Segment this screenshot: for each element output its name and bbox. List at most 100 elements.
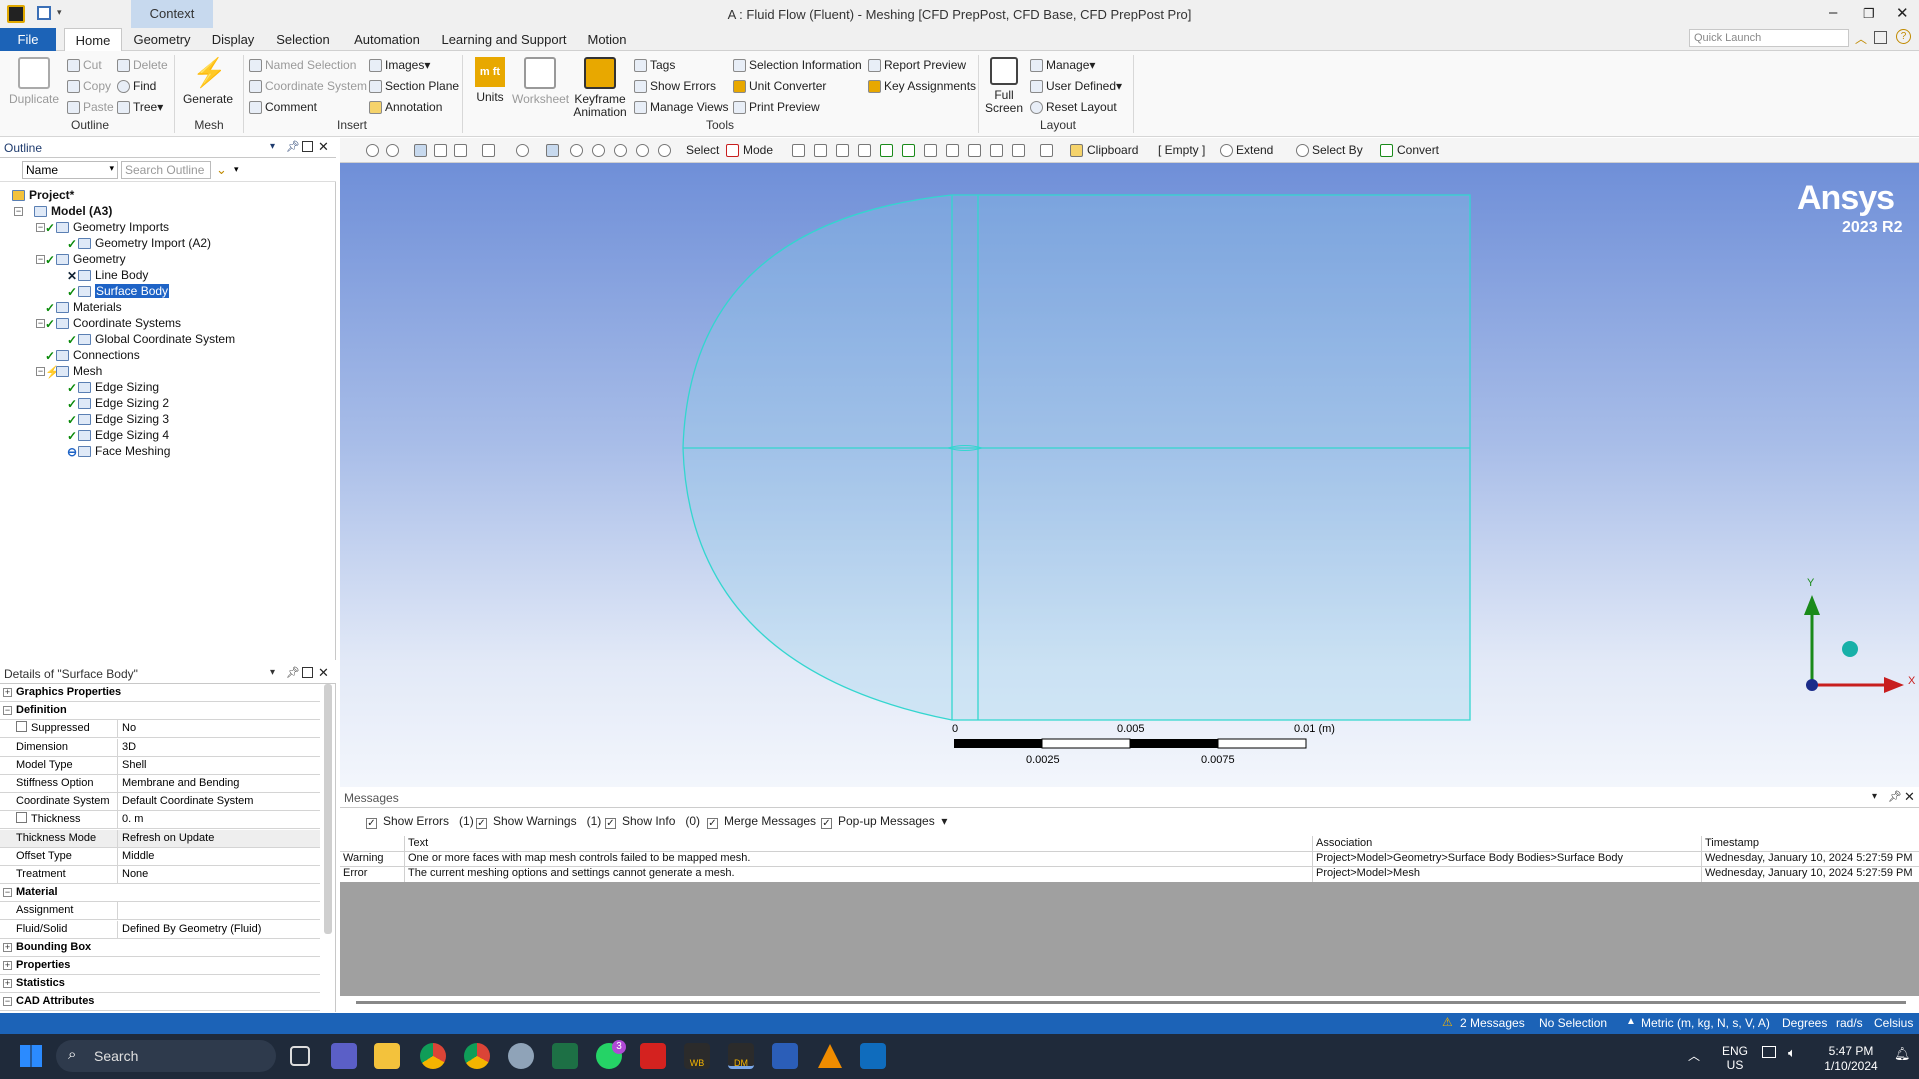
settings-icon[interactable] [508, 1043, 534, 1069]
search-outline-input[interactable]: Search Outline [121, 161, 211, 179]
details-row[interactable]: Treatment None [0, 866, 320, 884]
details-row[interactable]: Dimension 3D [0, 738, 320, 757]
zoom-icon[interactable] [570, 144, 583, 157]
tree-item[interactable]: Geometry Import (A2) [78, 235, 211, 251]
tree-item[interactable]: Global Coordinate System [78, 331, 235, 347]
pin-icon[interactable]: 📌︎ [1888, 790, 1902, 803]
tree-collapse-toggle[interactable]: − [36, 255, 45, 264]
tab-home[interactable]: Home [64, 28, 122, 51]
pane-dropdown-icon[interactable]: ▾ [270, 141, 275, 152]
word-icon[interactable] [772, 1043, 798, 1069]
quick-launch-input[interactable]: Quick Launch [1689, 29, 1849, 47]
copy-button[interactable]: Copy [67, 79, 111, 93]
tree-collapse-toggle[interactable]: − [36, 367, 45, 376]
pane-dropdown-icon[interactable]: ▾ [1872, 791, 1877, 802]
tab-learning-support[interactable]: Learning and Support [440, 28, 568, 51]
mode-button[interactable]: Mode [743, 143, 773, 157]
workbench-icon[interactable]: WB [684, 1043, 710, 1069]
manage-views-button[interactable]: Manage Views [634, 100, 729, 114]
convert-icon[interactable] [1380, 144, 1393, 157]
column-header-timestamp[interactable]: Timestamp [1705, 836, 1759, 851]
column-header-association[interactable]: Association [1316, 836, 1372, 851]
column-header-text[interactable]: Text [408, 836, 428, 851]
details-row[interactable]: Thickness 0. m [0, 811, 320, 830]
details-row[interactable]: Stiffness Option Membrane and Bending [0, 775, 320, 793]
tags-button[interactable]: Tags [634, 58, 675, 72]
tree-collapse-toggle[interactable]: − [14, 207, 23, 216]
select-body-icon[interactable] [858, 144, 871, 157]
select-face-icon[interactable] [836, 144, 849, 157]
box-zoom-icon[interactable] [592, 144, 605, 157]
search-expand-icon[interactable]: ▾ [234, 164, 239, 175]
show-warnings-filter[interactable]: ✓ Show Warnings (1) [476, 814, 601, 829]
details-row[interactable]: Model Type Shell [0, 756, 320, 775]
design-modeler-icon[interactable]: DM [728, 1043, 754, 1069]
message-association[interactable]: Project>Model>Mesh [1316, 866, 1420, 881]
show-errors-filter[interactable]: ✓ Show Errors (1) [366, 814, 474, 829]
tab-file[interactable]: File [0, 28, 56, 51]
tree-item[interactable]: Project* [12, 187, 74, 203]
section-toggle[interactable]: + [3, 979, 12, 989]
restore-icon[interactable]: ❐ [1863, 6, 1875, 22]
details-section[interactable]: + Bounding Box [0, 939, 320, 957]
select-element-face-icon[interactable] [902, 144, 915, 157]
status-messages[interactable]: 2 Messages [1460, 1016, 1525, 1030]
tab-automation[interactable]: Automation [350, 28, 424, 51]
select-mesh-icon[interactable] [946, 144, 959, 157]
units-button[interactable]: m ft Units [468, 57, 512, 104]
close-pane-icon[interactable]: ✕ [318, 139, 329, 155]
worksheet-button[interactable]: Worksheet [512, 57, 569, 106]
maximize-pane-icon[interactable] [302, 667, 313, 678]
zoom-out-icon[interactable] [386, 144, 399, 157]
section-toggle[interactable]: + [3, 942, 12, 952]
select-element-icon[interactable] [924, 144, 937, 157]
images-button[interactable]: Images ▾ [369, 58, 430, 72]
details-value[interactable]: Middle [122, 848, 154, 865]
parameter-checkbox[interactable] [16, 812, 27, 824]
tab-selection[interactable]: Selection [272, 28, 334, 51]
details-section[interactable]: + Properties [0, 957, 320, 975]
rotate-icon[interactable] [516, 144, 529, 157]
details-value[interactable]: Membrane and Bending [122, 775, 239, 792]
messages-hscrollbar[interactable] [356, 1001, 1906, 1004]
select-label[interactable]: Select [686, 143, 719, 157]
message-type[interactable]: Error [343, 866, 367, 881]
select-all-icon[interactable] [1012, 144, 1025, 157]
section-plane-button[interactable]: Section Plane [369, 79, 459, 93]
details-section[interactable]: + Statistics [0, 975, 320, 994]
feedback-icon[interactable] [1874, 31, 1887, 44]
acrobat-icon[interactable] [640, 1043, 666, 1069]
key-assignments-button[interactable]: Key Assignments [868, 79, 976, 93]
measure-icon[interactable] [1040, 144, 1053, 157]
extend-icon[interactable] [1220, 144, 1233, 157]
tree-item[interactable]: Geometry [56, 251, 126, 267]
network-icon[interactable] [1762, 1046, 1776, 1058]
status-temperature[interactable]: Celsius [1874, 1016, 1913, 1030]
language-indicator[interactable]: ENG US [1718, 1044, 1752, 1072]
section-toggle[interactable]: − [3, 888, 12, 898]
tree-collapse-toggle[interactable]: − [36, 319, 45, 328]
tree-item[interactable]: Geometry Imports [56, 219, 169, 235]
tree-item[interactable]: Model (A3) [34, 203, 112, 219]
zoom-in-icon[interactable] [366, 144, 379, 157]
keyframe-animation-button[interactable]: Keyframe Animation [570, 57, 630, 119]
tray-overflow-icon[interactable]: ︿ [1688, 1047, 1700, 1064]
close-pane-icon[interactable]: ✕ [318, 665, 329, 681]
filter-name-select[interactable]: Name ▾ [22, 161, 118, 179]
chrome-profile-icon[interactable] [464, 1043, 490, 1069]
parameter-checkbox[interactable] [16, 721, 27, 733]
section-toggle[interactable]: + [3, 688, 12, 697]
outlook-icon[interactable] [860, 1043, 886, 1069]
close-pane-icon[interactable]: ✕ [1904, 789, 1915, 805]
message-association[interactable]: Project>Model>Geometry>Surface Body Bodi… [1316, 851, 1623, 866]
reset-layout-button[interactable]: Reset Layout [1030, 100, 1117, 114]
tree-item[interactable]: Edge Sizing [78, 379, 159, 395]
tree-item[interactable]: Line Body [78, 267, 148, 283]
volume-icon[interactable]: 🔈︎ [1788, 1045, 1796, 1061]
generate-button[interactable]: ⚡ Generate [180, 57, 236, 106]
context-tab[interactable]: Context [131, 0, 213, 28]
details-value[interactable]: Defined By Geometry (Fluid) [122, 921, 261, 938]
tab-motion[interactable]: Motion [582, 28, 632, 51]
minimize-icon[interactable]: – [1829, 4, 1837, 21]
report-preview-button[interactable]: Report Preview [868, 58, 966, 72]
